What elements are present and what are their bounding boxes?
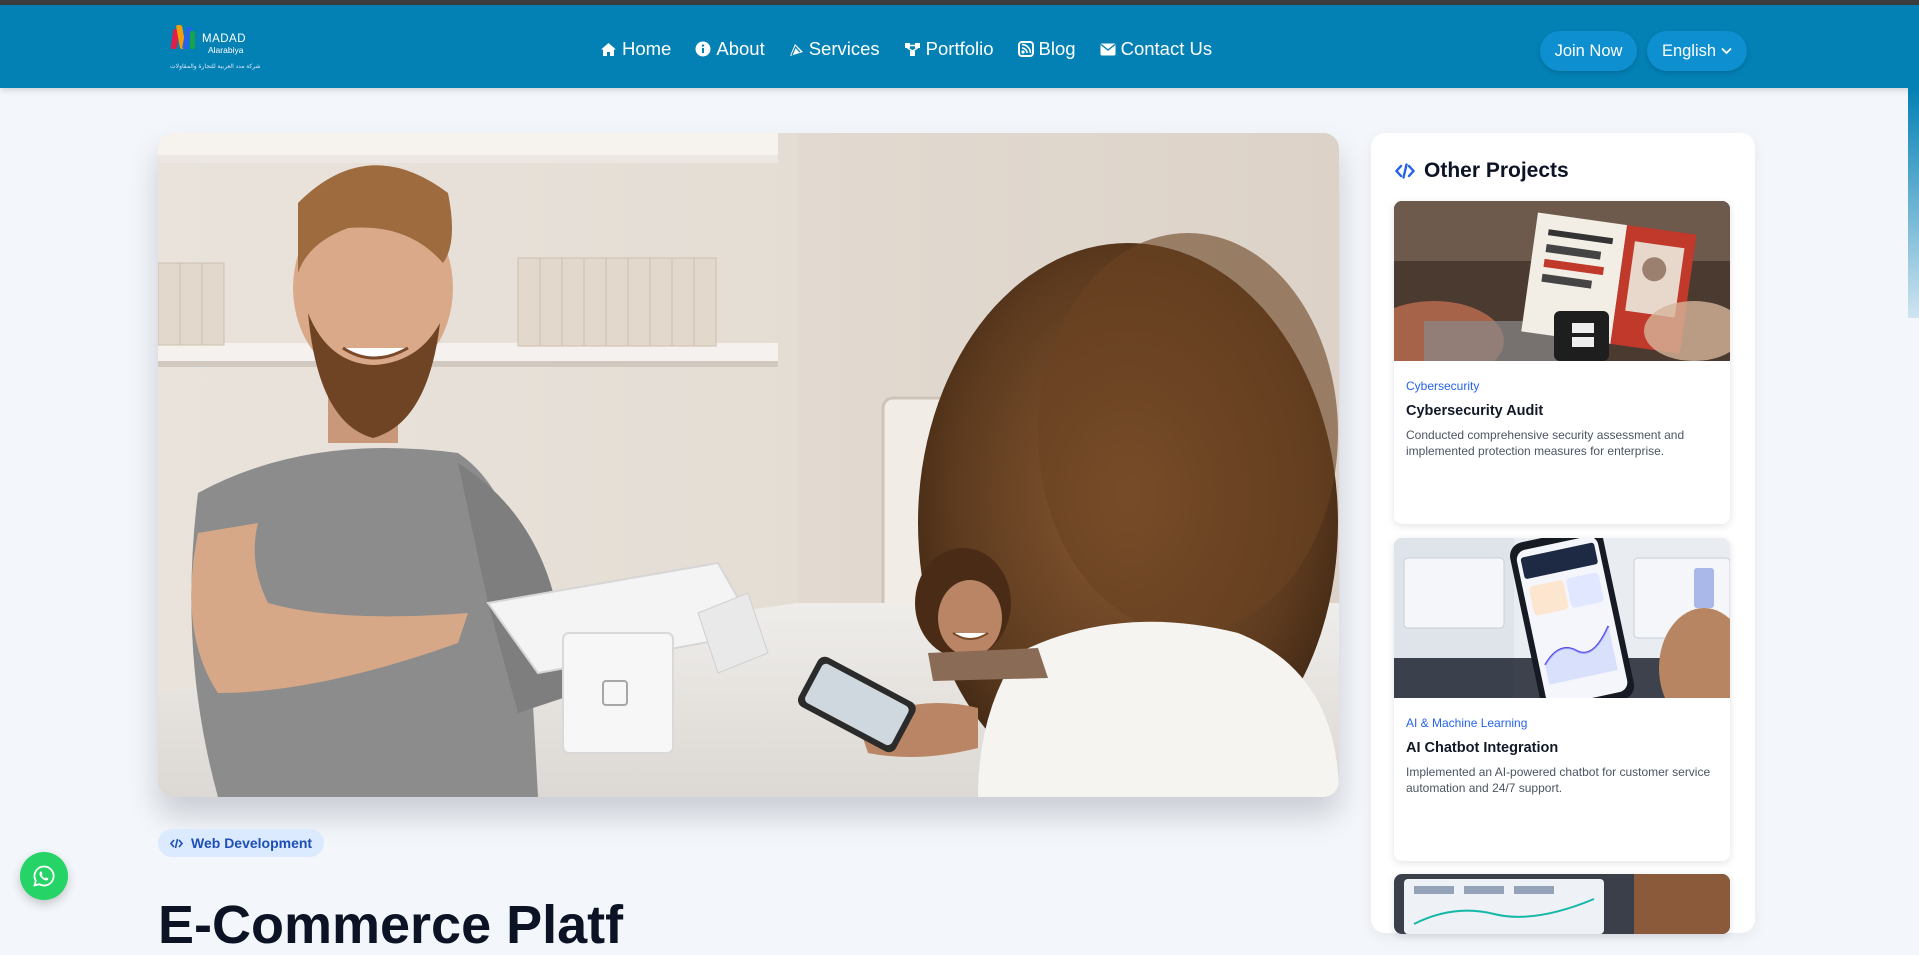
site-header: MADAD Alarabiya شركة مدد العربية للتجارة… [0, 5, 1919, 88]
project-card-cybersecurity[interactable]: Cybersecurity Cybersecurity Audit Conduc… [1394, 201, 1730, 524]
card-category: AI & Machine Learning [1406, 716, 1528, 730]
logo-mark [170, 23, 200, 55]
card-category: Cybersecurity [1406, 379, 1480, 393]
nav-home[interactable]: Home [600, 38, 671, 60]
project-card-ai-chatbot[interactable]: AI & Machine Learning AI Chatbot Integra… [1394, 538, 1730, 861]
nav-services-label: Services [808, 38, 880, 59]
language-dropdown[interactable]: English [1647, 31, 1747, 71]
portfolio-icon [904, 42, 920, 56]
scroll-accent [1908, 88, 1919, 318]
envelope-icon [1100, 43, 1116, 55]
card-description: Conducted comprehensive security assessm… [1406, 428, 1685, 458]
project-title: E-Commerce Platf [158, 895, 624, 955]
blog-icon [1017, 41, 1034, 57]
services-icon [789, 43, 803, 56]
project-category-tag: Web Development [158, 829, 325, 857]
main-nav: Home About Services Portfolio Blog Conta… [600, 32, 1236, 66]
whatsapp-icon [33, 865, 55, 887]
nav-about[interactable]: About [695, 38, 765, 60]
home-icon [601, 42, 616, 56]
hero-illustration [158, 133, 1339, 797]
logo-name: MADAD [202, 33, 247, 45]
chevron-down-icon [1721, 47, 1732, 55]
nav-blog-label: Blog [1038, 38, 1076, 59]
code-icon [170, 838, 183, 848]
project-card-image [1394, 201, 1730, 361]
whatsapp-chat-button[interactable] [20, 852, 68, 900]
project-card-image [1394, 874, 1730, 934]
sidebar-heading: Other Projects [1395, 159, 1569, 183]
nav-portfolio-label: Portfolio [925, 38, 994, 59]
card-description: Implemented an AI-powered chatbot for cu… [1406, 765, 1711, 795]
nav-contact[interactable]: Contact Us [1100, 38, 1213, 60]
language-label: English [1661, 41, 1717, 60]
nav-contact-label: Contact Us [1120, 38, 1213, 59]
project-card-partial[interactable] [1394, 874, 1730, 934]
info-icon [695, 41, 711, 57]
card-title: AI Chatbot Integration [1406, 740, 1559, 756]
nav-services[interactable]: Services [789, 38, 880, 60]
project-card-image [1394, 538, 1730, 698]
logo-subname: Alarabiya [208, 45, 244, 55]
nav-about-label: About [716, 38, 765, 59]
project-hero-image [158, 133, 1339, 797]
join-now-button[interactable]: Join Now [1540, 31, 1637, 71]
other-projects-sidebar: Other Projects Cybersecurity Cybersecuri… [1371, 133, 1755, 934]
site-logo[interactable]: MADAD Alarabiya شركة مدد العربية للتجارة… [170, 23, 261, 77]
code-icon [1395, 163, 1415, 179]
project-category-label: Web Development [191, 835, 313, 851]
logo-arabic-tagline: شركة مدد العربية للتجارة والمقاولات [170, 64, 261, 70]
nav-blog[interactable]: Blog [1017, 38, 1076, 60]
nav-home-label: Home [622, 38, 672, 59]
nav-portfolio[interactable]: Portfolio [904, 38, 994, 60]
sidebar-title: Other Projects [1424, 159, 1569, 182]
card-title: Cybersecurity Audit [1406, 403, 1544, 419]
